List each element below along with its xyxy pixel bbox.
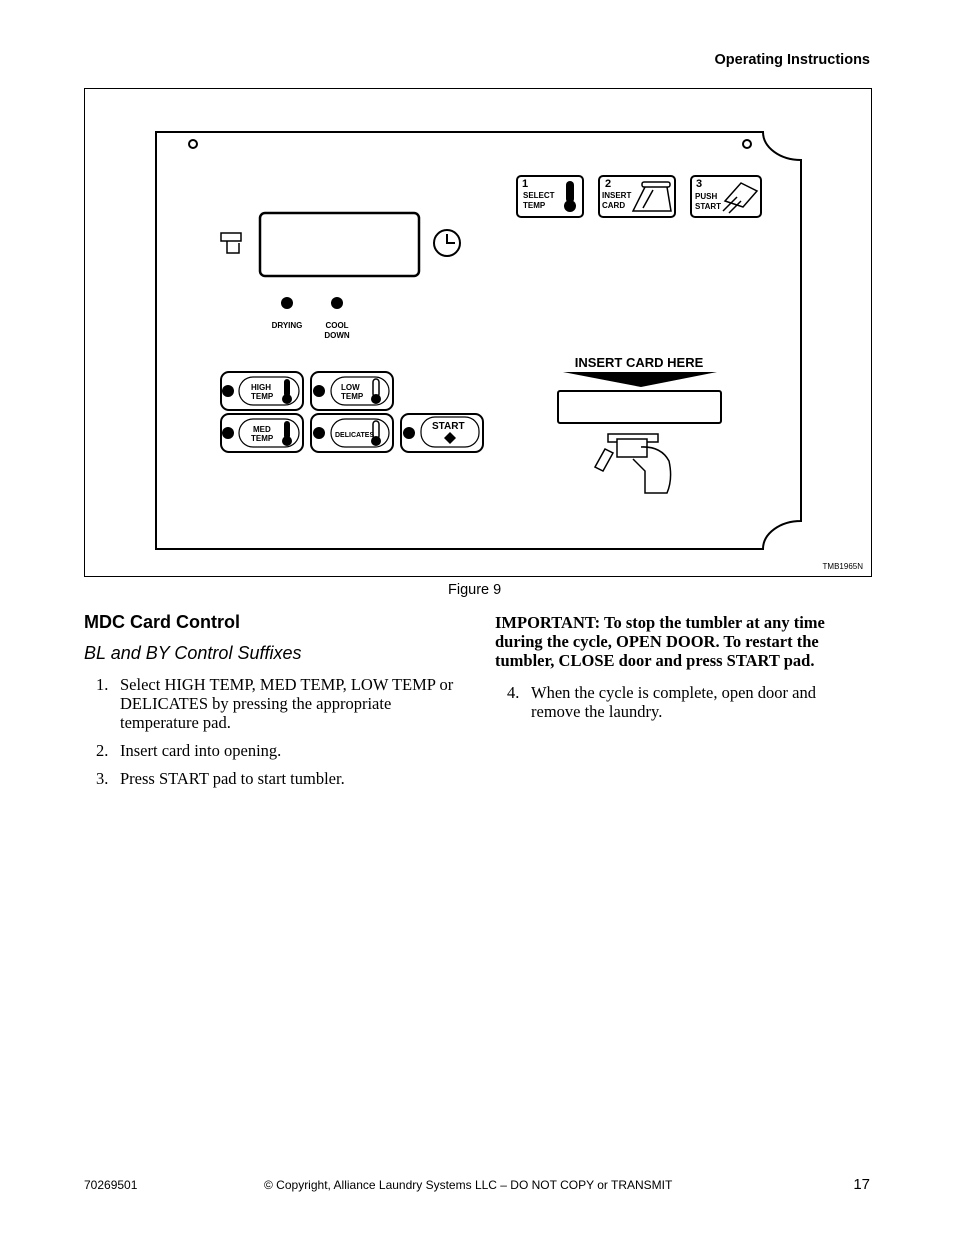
running-header: Operating Instructions [714, 52, 871, 68]
hand-insert-card-icon [593, 433, 672, 494]
step-item: 1. Select HIGH TEMP, MED TEMP, LOW TEMP o… [96, 675, 454, 732]
step-push-start: 3 PUSH START [690, 175, 762, 218]
drying-led [281, 297, 293, 309]
steps-left: 1. Select HIGH TEMP, MED TEMP, LOW TEMP o… [84, 675, 464, 797]
svg-text:START: START [695, 202, 721, 211]
step-item: 3. Press START pad to start tumbler. [96, 769, 345, 788]
svg-text:INSERT CARD HERE: INSERT CARD HERE [575, 355, 704, 370]
high-temp-button: HIGH TEMP [220, 371, 304, 411]
svg-text:LOW: LOW [341, 383, 360, 392]
svg-text:START: START [432, 421, 465, 432]
figure-caption: Figure 9 [448, 582, 502, 598]
step-item: 4. When the cycle is complete, open door … [507, 683, 816, 721]
copyright: © Copyright, Alliance Laundry Systems LL… [264, 1178, 673, 1192]
svg-text:HIGH: HIGH [251, 383, 271, 392]
control-panel-diagram: 1 SELECT TEMP 2 INSERT CARD 3 PUSH START… [155, 131, 864, 571]
svg-text:TEMP: TEMP [251, 392, 274, 401]
svg-text:3: 3 [696, 178, 702, 190]
cooldown-led [331, 297, 343, 309]
svg-text:PUSH: PUSH [695, 192, 717, 201]
svg-text:COOL: COOL [325, 321, 348, 330]
delicates-button: DELICATES [310, 413, 394, 453]
doc-number: 70269501 [84, 1178, 138, 1192]
svg-text:TEMP: TEMP [523, 201, 546, 210]
clock-icon [433, 229, 461, 257]
card-reader-icon [220, 232, 242, 254]
low-temp-button: LOW TEMP [310, 371, 394, 411]
card-slot [557, 390, 722, 424]
mounting-hole-icon [188, 139, 198, 149]
svg-text:TEMP: TEMP [341, 392, 364, 401]
mounting-hole-icon [742, 139, 752, 149]
figure-code: TMB1965N [823, 562, 864, 571]
svg-text:2: 2 [605, 178, 611, 190]
svg-text:MED: MED [253, 425, 271, 434]
start-button: START [400, 413, 484, 453]
svg-text:CARD: CARD [602, 201, 625, 210]
page-number: 17 [853, 1176, 870, 1193]
section-title: MDC Card Control [84, 612, 240, 632]
svg-text:SELECT: SELECT [523, 191, 555, 200]
svg-text:DELICATES: DELICATES [335, 432, 374, 439]
figure-9: 1 SELECT TEMP 2 INSERT CARD 3 PUSH START… [84, 88, 872, 577]
svg-text:TEMP: TEMP [251, 434, 274, 443]
svg-text:DOWN: DOWN [324, 331, 350, 340]
hand-press-icon [722, 182, 759, 214]
section-subtitle: BL and BY Control Suffixes [84, 643, 302, 663]
arrow-down-icon [563, 372, 717, 387]
svg-text:1: 1 [522, 178, 528, 190]
thermometer-icon [564, 181, 576, 212]
card-slot-icon [631, 181, 672, 212]
svg-text:DRYING: DRYING [272, 321, 303, 330]
med-temp-button: MED TEMP [220, 413, 304, 453]
step-item: 2. Insert card into opening. [96, 741, 282, 760]
important-note: IMPORTANT: To stop the tumbler at any ti… [495, 613, 825, 670]
display-window [258, 211, 421, 278]
step-select-temp: 1 SELECT TEMP [516, 175, 584, 218]
svg-text:INSERT: INSERT [602, 191, 631, 200]
step-insert-card: 2 INSERT CARD [598, 175, 676, 218]
steps-right: IMPORTANT: To stop the tumbler at any ti… [495, 613, 865, 730]
